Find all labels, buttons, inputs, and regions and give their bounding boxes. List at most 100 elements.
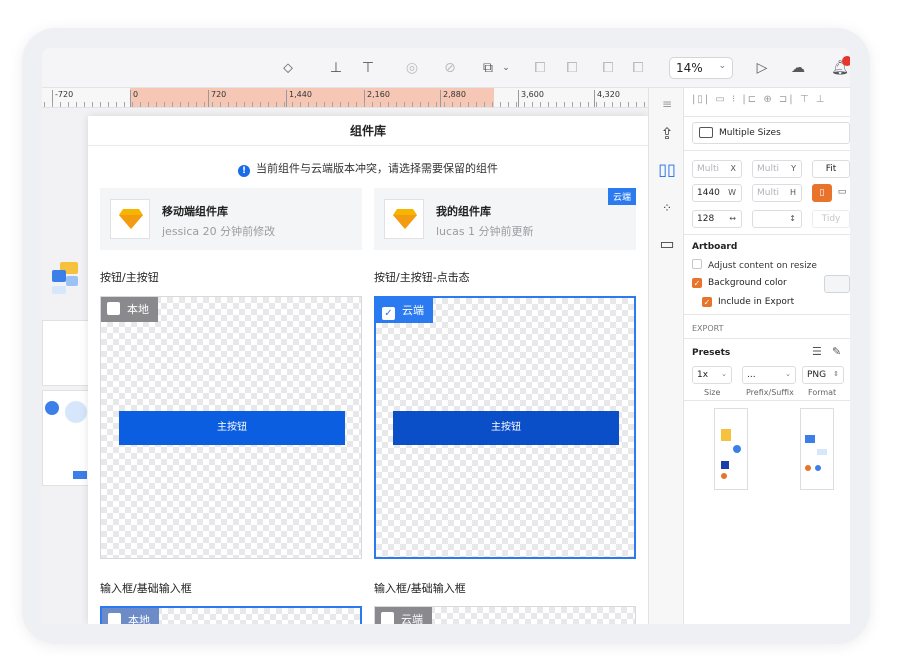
ruler-minor-tick [228, 102, 229, 107]
boolean-difference-icon[interactable]: ⧠ [628, 58, 648, 78]
ruler-minor-tick [460, 102, 461, 107]
chevron-down-icon: ⌄ [721, 370, 727, 378]
sketch-library-icon [384, 199, 424, 239]
ruler-minor-tick [316, 102, 317, 107]
ruler-minor-tick [292, 102, 293, 107]
checkbox-unchecked[interactable] [692, 259, 702, 269]
width-value: 1440 [697, 188, 720, 198]
divider [684, 314, 850, 315]
ruler-minor-tick [500, 102, 501, 107]
spacing-field[interactable]: ↕ [752, 210, 802, 228]
ruler-minor-tick [372, 102, 373, 107]
prefix-suffix-select[interactable]: ... ⌄ [742, 366, 796, 384]
artboard-thumbnail[interactable] [42, 320, 90, 386]
ruler-minor-tick [236, 102, 237, 107]
boolean-union-icon[interactable]: ⧠ [530, 58, 550, 78]
ruler-minor-tick [300, 102, 301, 107]
tidy-button[interactable]: Tidy [812, 210, 850, 228]
library-name: 移动端组件库 [162, 205, 228, 218]
artboard-thumbnail[interactable] [42, 258, 92, 322]
ruler-minor-tick [340, 102, 341, 107]
local-checkbox-tag[interactable]: 本地 [101, 297, 158, 322]
align-bottom-icon[interactable]: ⊥ [326, 58, 346, 78]
conflict-notice: ! 当前组件与云端版本冲突，请选择需要保留的组件 [88, 160, 648, 177]
ruler-minor-tick [324, 102, 325, 107]
landscape-orientation-button[interactable]: ▭ [834, 184, 850, 202]
distribute-icon[interactable]: ⊤ [358, 58, 378, 78]
component-icon[interactable]: ⬦ [278, 58, 298, 78]
align-left-icon[interactable]: ≡ [657, 94, 677, 114]
height-field[interactable]: Multi H [752, 184, 802, 202]
rotation-field[interactable]: 128 ↔ [692, 210, 742, 228]
include-in-export-checkbox[interactable]: ✓ Include in Export [702, 297, 794, 307]
export-preview-thumbnail[interactable] [714, 408, 748, 490]
multiple-sizes-select[interactable]: Multiple Sizes [692, 122, 850, 144]
canvas[interactable]: 组件库 ! 当前组件与云端版本冲突，请选择需要保留的组件 移动端组件库 jessi… [42, 108, 648, 624]
checkbox-checked[interactable]: ✓ [382, 307, 395, 320]
cloud-checkbox-tag[interactable]: ✓ 云端 [376, 298, 433, 323]
zoom-select[interactable]: 14% ⌄ [669, 57, 733, 79]
ruler-minor-tick [276, 102, 277, 107]
section-label-right: 输入框/基础输入框 [374, 582, 466, 595]
boolean-intersect-icon[interactable]: ⧠ [598, 58, 618, 78]
local-component-preview[interactable]: 本地 主按钮 [100, 296, 362, 559]
tag-label: 云端 [402, 304, 424, 317]
tag-label: 本地 [127, 303, 149, 316]
checkbox-unchecked[interactable] [108, 613, 121, 624]
cloud-component-preview[interactable]: 云端 [374, 606, 636, 624]
flip-icon: ↔ [729, 214, 736, 223]
boolean-subtract-icon[interactable]: ⧠ [562, 58, 582, 78]
primary-button-cloud: 主按钮 [393, 411, 619, 445]
settings-sliders-icon[interactable]: ☰ [812, 345, 822, 358]
checkbox-unchecked[interactable] [381, 612, 394, 624]
blue-dot [815, 465, 821, 471]
columns-icon[interactable]: ▯▯ [657, 160, 677, 180]
export-size-select[interactable]: 1x ⌄ [692, 366, 732, 384]
app-window: ⬦ ⊥ ⊤ ◎ ⊘ ⧉ ⌄ ⧠ ⧠ ⧠ ⧠ 14% ⌄ ▷ ☁ 🔔︎ -720 … [42, 48, 850, 624]
cloud-checkbox-tag[interactable]: 云端 [375, 607, 432, 624]
ruler-tick: 720 [208, 90, 226, 107]
checkbox-unchecked[interactable] [107, 302, 120, 315]
cloud-component-preview[interactable]: ✓ 云端 主按钮 [374, 296, 636, 559]
export-format-select[interactable]: PNG ⇕ [802, 366, 844, 384]
x-field[interactable]: Multi X [692, 160, 742, 178]
resize-icon[interactable]: ⧉ [478, 58, 498, 78]
union-icon[interactable]: ◎ [402, 58, 422, 78]
checkbox-checked[interactable]: ✓ [702, 297, 712, 307]
y-field[interactable]: Multi Y [752, 160, 802, 178]
components-grid-icon[interactable]: ⁘ [657, 198, 677, 218]
ruler-minor-tick [484, 102, 485, 107]
archive-icon[interactable]: ▭ [657, 234, 677, 254]
info-icon: ! [238, 165, 250, 177]
checkbox-checked[interactable]: ✓ [692, 278, 702, 288]
pen-edit-icon[interactable]: ✎ [832, 345, 841, 358]
ruler-minor-tick [212, 102, 213, 107]
chevron-down-icon[interactable]: ⌄ [496, 58, 516, 78]
align-tools-row[interactable]: |▯| ▭ ⁝ |⊏ ⊕ ⊐| ⊤ ⊥ [692, 94, 826, 105]
ruler-minor-tick [220, 102, 221, 107]
width-field[interactable]: 1440 W [692, 184, 742, 202]
light-shape [65, 401, 87, 423]
export-preview-thumbnail[interactable] [800, 408, 834, 490]
background-color-checkbox[interactable]: ✓ Background color [692, 278, 787, 288]
local-component-preview[interactable]: 本地 [100, 606, 362, 624]
preview-play-icon[interactable]: ▷ [752, 58, 772, 78]
mask-icon[interactable]: ⊘ [440, 58, 460, 78]
sketch-library-icon [110, 199, 150, 239]
cloud-icon[interactable]: ☁ [788, 58, 808, 78]
portrait-orientation-button[interactable]: ▯ [812, 184, 832, 202]
zoom-caret-icon: ⌄ [718, 61, 726, 71]
upload-icon[interactable]: ⇪ [657, 124, 677, 144]
local-checkbox-tag[interactable]: 本地 [102, 608, 159, 624]
navy-block [721, 461, 729, 469]
ruler-minor-tick [404, 102, 405, 107]
ruler-minor-tick [68, 102, 69, 107]
light-block [817, 449, 827, 455]
primary-button-local: 主按钮 [119, 411, 345, 445]
background-color-swatch[interactable] [824, 275, 850, 293]
fit-button[interactable]: Fit [812, 160, 850, 178]
adjust-content-checkbox[interactable]: Adjust content on resize [692, 259, 817, 271]
toolbar: ⬦ ⊥ ⊤ ◎ ⊘ ⧉ ⌄ ⧠ ⧠ ⧠ ⧠ 14% ⌄ ▷ ☁ 🔔︎ [42, 48, 850, 88]
artboard-thumbnail[interactable] [42, 390, 90, 486]
ruler-minor-tick [628, 102, 629, 107]
